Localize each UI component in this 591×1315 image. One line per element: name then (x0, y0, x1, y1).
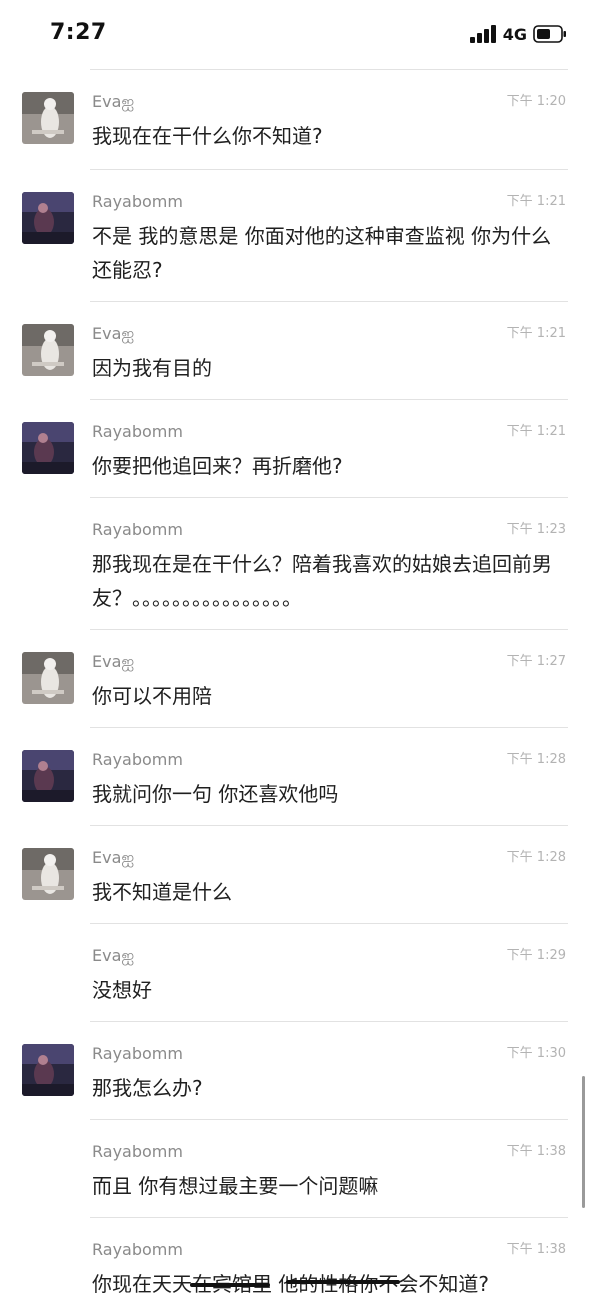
message-text: 我现在在干什么你不知道? (92, 124, 323, 148)
sender-name: Evaஐ (92, 946, 135, 965)
message-item[interactable]: Rayabomm 下午 1:21 不是 我的意思是 你面对他的这种审查监视 你为… (22, 169, 568, 301)
message-item[interactable]: Evaஐ 下午 1:29 没想好 (90, 923, 568, 1021)
sender-name: Rayabomm (92, 750, 183, 769)
message-item[interactable]: Rayabomm 下午 1:38 而且 你有想过最主要一个问题嘛 (90, 1119, 568, 1217)
message-time: 下午 1:29 (506, 948, 566, 963)
sender-name: Rayabomm (92, 1044, 183, 1063)
message-time: 下午 1:38 (506, 1242, 566, 1257)
signal-icon (469, 25, 496, 43)
message-item[interactable]: Rayabomm 下午 1:23 那我现在是在干什么？陪着我喜欢的姑娘去追回前男… (90, 497, 568, 629)
message-item[interactable]: Evaஐ 下午 1:28 我不知道是什么 (22, 825, 568, 923)
network-type: 4G (502, 24, 527, 44)
sender-name: Evaஐ (92, 324, 135, 343)
battery-icon (533, 25, 566, 43)
message-time: 下午 1:21 (506, 424, 566, 439)
message-item[interactable]: Evaஐ 下午 1:20 我现在在干什么你不知道? (22, 69, 568, 169)
sender-name: Rayabomm (92, 520, 183, 539)
message-time: 下午 1:28 (506, 752, 566, 767)
sender-name: Evaஐ (92, 848, 135, 867)
message-time: 下午 1:21 (506, 326, 566, 341)
message-time: 下午 1:27 (506, 654, 566, 669)
avatar[interactable] (22, 324, 74, 376)
avatar[interactable] (22, 422, 74, 474)
message-time: 下午 1:38 (506, 1144, 566, 1159)
message-text: 因为我有目的 (92, 356, 212, 380)
message-text: 而且 你有想过最主要一个问题嘛 (92, 1174, 379, 1198)
sender-name: Evaஐ (92, 92, 135, 111)
message-time: 下午 1:20 (506, 94, 566, 109)
message-text: 没想好 (92, 978, 152, 1002)
message-text: 不是 我的意思是 你面对他的这种审查监视 你为什么 还能忍? (92, 224, 552, 282)
sender-name: Rayabomm (92, 1142, 183, 1161)
avatar[interactable] (22, 1044, 74, 1096)
avatar[interactable] (22, 192, 74, 244)
sender-name: Rayabomm (92, 1240, 183, 1259)
sender-name: Rayabomm (92, 192, 183, 211)
message-time: 下午 1:28 (506, 850, 566, 865)
strike-mark (286, 1280, 400, 1284)
message-text: 我就问你一句 你还喜欢他吗 (92, 782, 339, 806)
message-text: 我不知道是什么 (92, 880, 232, 904)
sender-name: Rayabomm (92, 422, 183, 441)
chat-list[interactable]: Evaஐ 下午 1:20 我现在在干什么你不知道? Rayabomm 下午 1:… (0, 69, 591, 1315)
status-time: 7:27 (50, 20, 107, 45)
message-item[interactable]: Evaஐ 下午 1:21 因为我有目的 (22, 301, 568, 399)
avatar[interactable] (22, 750, 74, 802)
status-icons: 4G (469, 24, 567, 44)
scrollbar[interactable] (582, 1076, 585, 1208)
message-item[interactable]: Evaஐ 下午 1:27 你可以不用陪 (22, 629, 568, 727)
message-time: 下午 1:23 (506, 522, 566, 537)
message-item[interactable]: Rayabomm 下午 1:38 你现在天天在宾馆里 他的性格你不会不知道? (90, 1217, 568, 1315)
message-text: 你可以不用陪 (92, 684, 212, 708)
status-bar: 7:27 4G (0, 0, 591, 70)
message-text: 那我现在是在干什么？陪着我喜欢的姑娘去追回前男友？。。。。。。。。。。。。。。。… (92, 552, 552, 610)
avatar[interactable] (22, 848, 74, 900)
message-text: 那我怎么办? (92, 1076, 203, 1100)
avatar[interactable] (22, 92, 74, 144)
message-time: 下午 1:30 (506, 1046, 566, 1061)
message-text: 你现在天天在宾馆里 他的性格你不会不知道? (92, 1272, 489, 1296)
message-item[interactable]: Rayabomm 下午 1:30 那我怎么办? (22, 1021, 568, 1119)
sender-name: Evaஐ (92, 652, 135, 671)
message-item[interactable]: Rayabomm 下午 1:28 我就问你一句 你还喜欢他吗 (22, 727, 568, 825)
avatar[interactable] (22, 652, 74, 704)
message-text: 你要把他追回来？再折磨他? (92, 454, 343, 478)
strike-mark (190, 1283, 270, 1287)
message-time: 下午 1:21 (506, 194, 566, 209)
message-item[interactable]: Rayabomm 下午 1:21 你要把他追回来？再折磨他? (22, 399, 568, 497)
